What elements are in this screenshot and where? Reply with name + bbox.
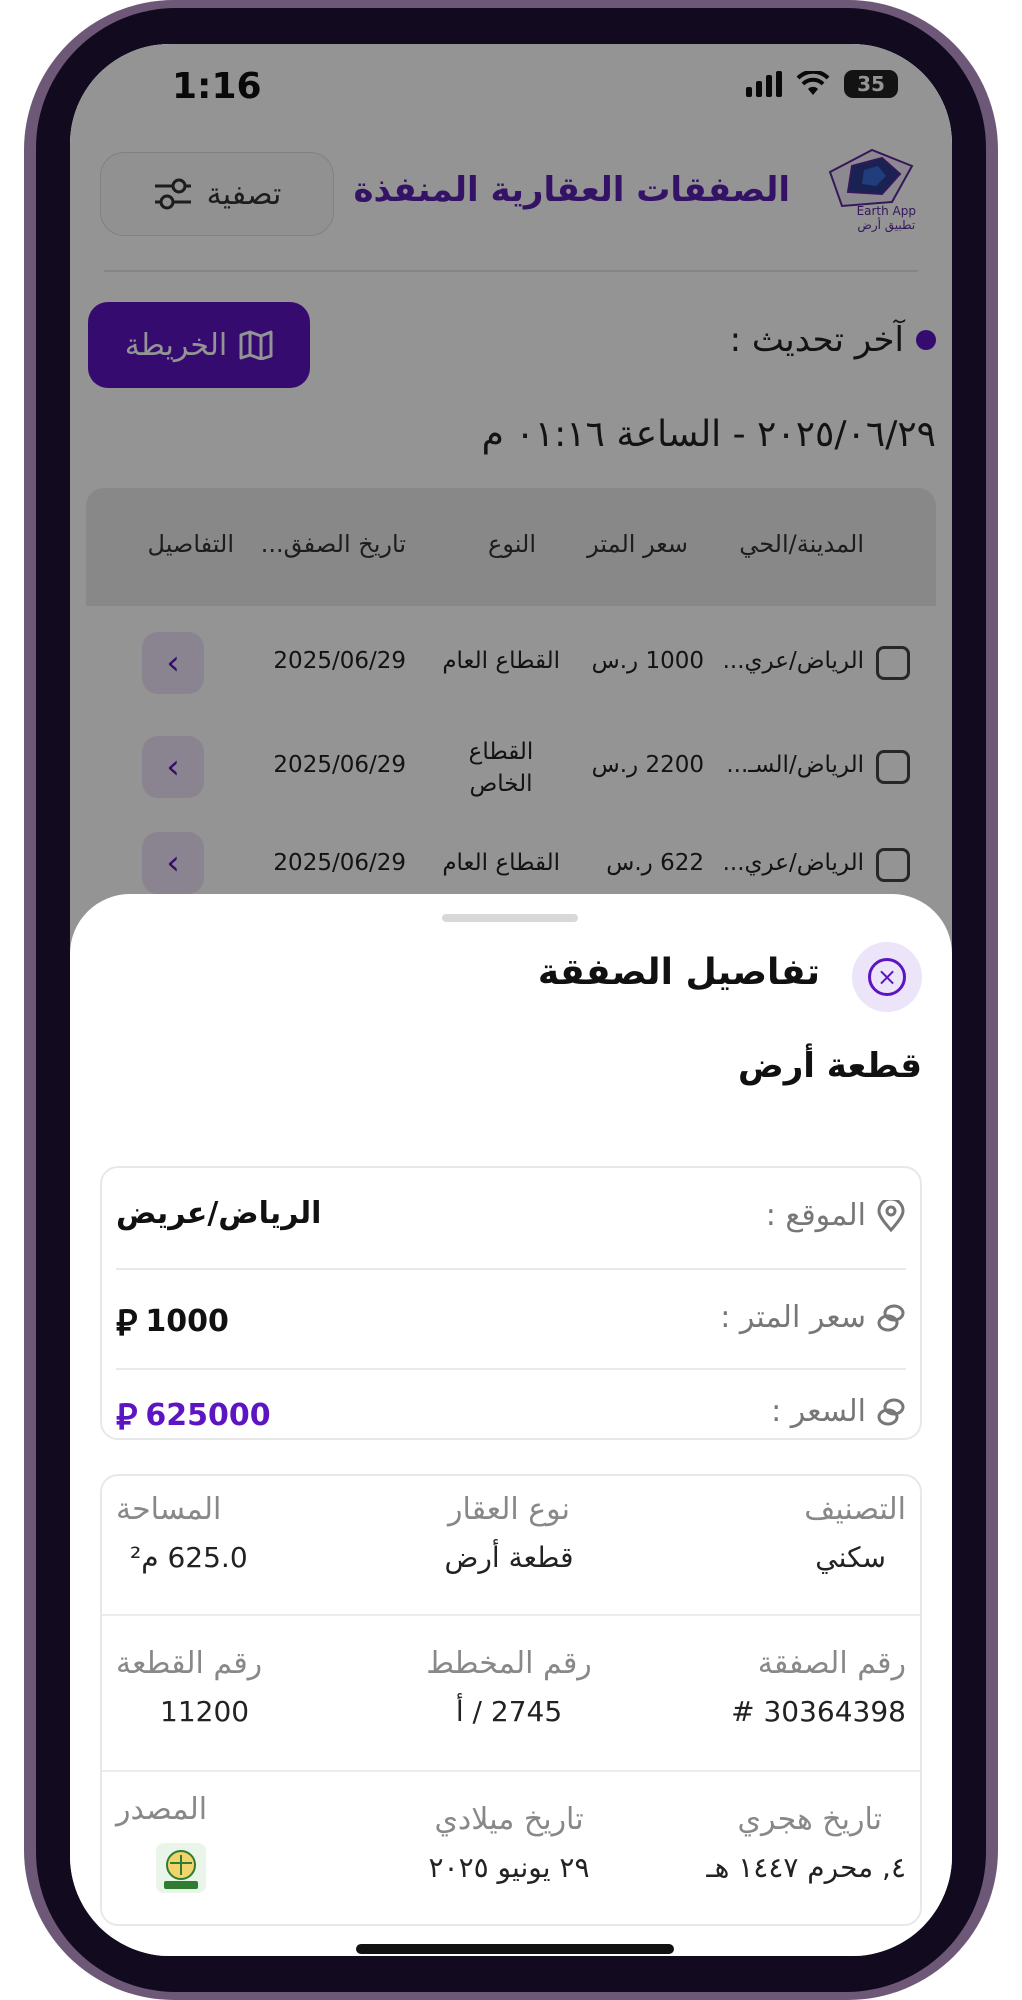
deal-details-sheet: × تفاصيل الصفقة قطعة أرض الموقع : الرياض… [70, 894, 952, 1956]
location-value: الرياض/عريض [116, 1196, 322, 1231]
plan-number: رقم المخطط 2745 / أ [426, 1646, 592, 1728]
price-card: الموقع : الرياض/عريض سعر المتر : 1000 ⃁ [100, 1166, 922, 1440]
close-button[interactable]: × [852, 942, 922, 1012]
total-price-value: 625000 ⃁ [116, 1392, 271, 1439]
screen: 1:16 35 تصفية الصفقات العقارية المنفذة E… [70, 44, 952, 1956]
coins-icon [877, 1304, 905, 1331]
location-row: الموقع : الرياض/عريض [116, 1168, 906, 1270]
source: المصدر [116, 1792, 378, 1897]
gregorian-date: تاريخ ميلادي ٢٩ يونيو ٢٠٢٥ [428, 1802, 590, 1884]
meter-price-value: 1000 ⃁ [116, 1298, 229, 1345]
location-label: الموقع : [766, 1198, 906, 1233]
total-price-amount: 625000 [145, 1398, 271, 1433]
classification: التصنيف سكني [804, 1492, 906, 1574]
hijri-date: تاريخ هجري ٤, محرم ١٤٤٧ هـ [706, 1802, 906, 1884]
total-price-row: السعر : 625000 ⃁ [116, 1364, 906, 1466]
home-indicator[interactable] [356, 1944, 674, 1954]
total-price-label: السعر : [771, 1394, 906, 1429]
meter-price-amount: 1000 [145, 1304, 229, 1339]
sheet-title: تفاصيل الصفقة [537, 952, 820, 993]
divider [102, 1770, 920, 1772]
property-type: نوع العقار قطعة أرض [444, 1492, 574, 1574]
location-pin-icon [877, 1199, 905, 1232]
deal-number: رقم الصفقة 30364398 # [731, 1646, 906, 1728]
close-icon: × [868, 958, 906, 996]
details-card: التصنيف سكني نوع العقار قطعة أرض المساحة… [100, 1474, 922, 1926]
riyal-icon: ⃁ [116, 1303, 138, 1344]
coins-icon [877, 1398, 905, 1425]
plot-number: رقم القطعة 11200 [116, 1646, 263, 1728]
riyal-icon: ⃁ [116, 1397, 138, 1438]
property-title: قطعة أرض [738, 1046, 922, 1086]
ministry-of-justice-logo [156, 1843, 206, 1893]
meter-price-label: سعر المتر : [720, 1300, 906, 1335]
area: المساحة 625.0 م² [116, 1492, 248, 1574]
drag-handle[interactable] [442, 914, 578, 922]
divider [102, 1614, 920, 1616]
meter-price-row: سعر المتر : 1000 ⃁ [116, 1270, 906, 1372]
